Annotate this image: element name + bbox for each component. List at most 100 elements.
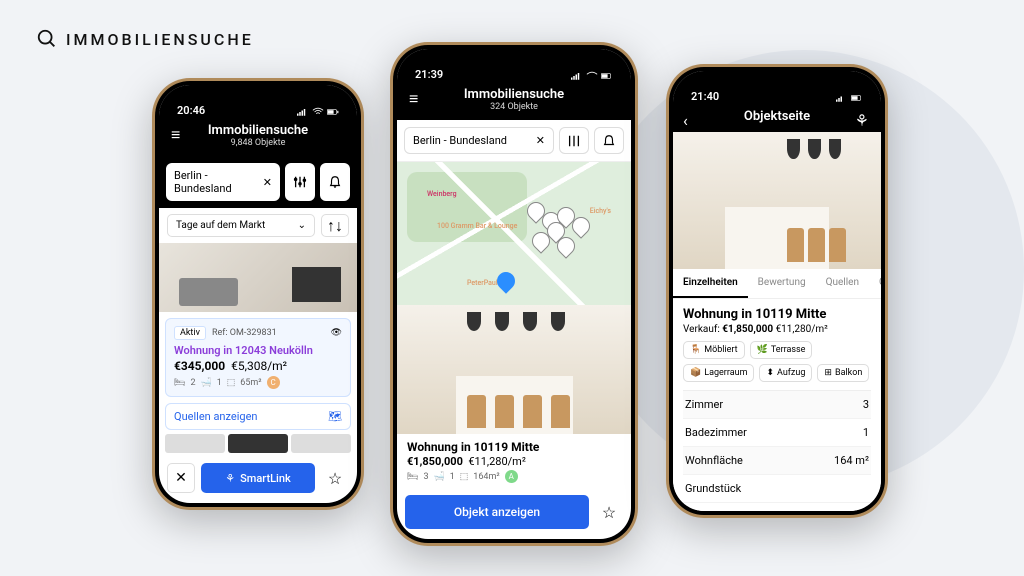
bell-icon: [602, 134, 616, 148]
signal-icon: [297, 107, 309, 117]
favorite-button[interactable]: ☆: [321, 463, 349, 493]
status-indicators: [297, 107, 339, 117]
bath-icon: 🛁: [201, 378, 212, 388]
detail-tabs: Einzelheiten Bewertung Quellen G: [673, 269, 881, 299]
app-header: ≡ Immobiliensuche 324 Objekte: [397, 83, 631, 120]
search-icon: [36, 28, 58, 50]
wifi-icon: [586, 71, 598, 81]
smartlink-button[interactable]: ⚘ SmartLink: [201, 463, 315, 493]
alerts-button[interactable]: [320, 163, 350, 201]
battery-icon: [851, 93, 863, 103]
bell-icon: [328, 175, 342, 189]
status-indicators: [571, 71, 613, 81]
map-label: Weinberg: [427, 190, 457, 198]
search-input[interactable]: Berlin - Bundesland ✕: [404, 127, 554, 154]
filter-button[interactable]: [285, 163, 315, 201]
close-button[interactable]: ✕: [167, 463, 195, 493]
property-price: Verkauf: €1,850,000 €11,280/m²: [683, 324, 871, 335]
chevron-down-icon: ⌄: [298, 220, 306, 231]
chip-balcony: ⊞ Balkon: [817, 364, 869, 382]
map-poi: PeterPaul: [467, 279, 498, 287]
fact-row: Grundstück: [683, 475, 871, 503]
energy-badge: A: [505, 470, 518, 483]
status-time: 21:39: [415, 68, 443, 81]
listing-photo[interactable]: [159, 243, 357, 312]
battery-icon: [327, 107, 339, 117]
tab-details[interactable]: Einzelheiten: [673, 269, 748, 298]
search-value: Berlin - Bundesland: [174, 169, 263, 195]
bed-icon: 🛏: [174, 378, 185, 388]
feature-chips: 🪑 Möbliert 🌿 Terrasse 📦 Lagerraum ⬍ Aufz…: [683, 341, 871, 382]
share-icon[interactable]: ⚘: [855, 111, 869, 130]
search-bar: Berlin - Bundesland ✕: [397, 120, 631, 162]
back-icon[interactable]: ‹: [683, 111, 688, 130]
listing-card[interactable]: Aktiv Ref: OM-329831 👁 Wohnung in 12043 …: [165, 318, 351, 397]
filter-button[interactable]: [559, 127, 589, 154]
listing-price: €345,000 €5,308/m²: [174, 359, 342, 373]
bath-icon: 🛁: [434, 472, 445, 482]
view-property-button[interactable]: Objekt anzeigen: [405, 495, 589, 529]
status-badge: Aktiv: [174, 326, 206, 340]
app-header: ‹ Objektseite ⚘: [673, 105, 881, 132]
phone-list-view: 20:46 ≡ Immobiliensuche 9,848 Objekte Be…: [152, 78, 364, 510]
fact-row: Wohnfläche164 m²: [683, 447, 871, 475]
chip-elevator: ⬍ Aufzug: [759, 364, 812, 382]
chip-furnished: 🪑 Möbliert: [683, 341, 745, 359]
hero-photo[interactable]: [673, 132, 881, 269]
wifi-icon: [312, 107, 324, 117]
brand-text: IMMOBILIENSUCHE: [66, 30, 254, 49]
tab-sources[interactable]: Quellen: [816, 269, 869, 298]
header-title: Immobiliensuche: [159, 123, 357, 138]
thumbnail-strip[interactable]: [159, 430, 357, 457]
search-bar: Berlin - Bundesland ✕: [159, 156, 357, 208]
chip-storage: 📦 Lagerraum: [683, 364, 754, 382]
listing-attrs: 🛏3 🛁1 ⬚164m² A: [407, 470, 621, 483]
tab-valuation[interactable]: Bewertung: [748, 269, 816, 298]
fact-row: Zimmer3: [683, 391, 871, 419]
property-facts: Zimmer3 Badezimmer1 Wohnfläche164 m² Gru…: [683, 390, 871, 503]
bottom-bar: ✕ ⚘ SmartLink ☆: [159, 457, 357, 503]
detail-section: Wohnung in 10119 Mitte Verkauf: €1,850,0…: [673, 299, 881, 511]
listing-photo[interactable]: [397, 305, 631, 434]
alerts-button[interactable]: [594, 127, 624, 154]
fact-row: Badezimmer1: [683, 419, 871, 447]
map-pin-icon: 🗺: [328, 410, 342, 423]
listing-summary: Wohnung in 10119 Mitte €1,850,000 €11,28…: [397, 434, 631, 489]
phone-detail-view: 21:40 ‹ Objektseite ⚘ Einzelheiten Bewer…: [666, 64, 888, 518]
days-on-market-select[interactable]: Tage auf dem Markt ⌄: [167, 214, 315, 237]
listing-title: Wohnung in 10119 Mitte: [407, 440, 621, 454]
status-indicators: [836, 93, 863, 103]
map-poi: Eichy's: [590, 207, 611, 215]
area-icon: ⬚: [460, 472, 469, 482]
clear-icon[interactable]: ✕: [536, 134, 545, 147]
reference-label: Ref: OM-329831: [212, 328, 277, 338]
filter-label: Tage auf dem Markt: [176, 220, 265, 231]
app-header: ≡ Immobiliensuche 9,848 Objekte: [159, 119, 357, 156]
header-title: Objektseite: [673, 109, 881, 124]
sliders-icon: [567, 134, 581, 148]
property-title: Wohnung in 10119 Mitte: [683, 307, 871, 322]
eye-icon[interactable]: 👁: [331, 328, 342, 338]
chip-terrace: 🌿 Terrasse: [750, 341, 813, 359]
search-input[interactable]: Berlin - Bundesland ✕: [166, 163, 280, 201]
bed-icon: 🛏: [407, 472, 418, 482]
favorite-button[interactable]: ☆: [595, 497, 623, 527]
share-icon: ⚘: [225, 472, 235, 485]
search-value: Berlin - Bundesland: [413, 134, 507, 147]
sort-button[interactable]: ↑↓: [321, 214, 349, 237]
clear-icon[interactable]: ✕: [263, 176, 272, 189]
tab-more[interactable]: G: [869, 269, 881, 298]
bottom-bar: Objekt anzeigen ☆: [397, 489, 631, 539]
header-subtitle: 9,848 Objekte: [159, 138, 357, 148]
show-sources-button[interactable]: Quellen anzeigen 🗺: [165, 403, 351, 430]
signal-icon: [571, 71, 583, 81]
filter-row: Tage auf dem Markt ⌄ ↑↓: [159, 208, 357, 243]
map-view[interactable]: Weinberg 100 Gramm Bar & Lounge Eichy's …: [397, 162, 631, 305]
status-time: 21:40: [691, 90, 719, 103]
header-subtitle: 324 Objekte: [397, 102, 631, 112]
sliders-icon: [293, 175, 307, 189]
status-time: 20:46: [177, 104, 205, 117]
area-icon: ⬚: [227, 378, 236, 388]
energy-badge: C: [267, 376, 280, 389]
listing-price: €1,850,000 €11,280/m²: [407, 455, 621, 468]
